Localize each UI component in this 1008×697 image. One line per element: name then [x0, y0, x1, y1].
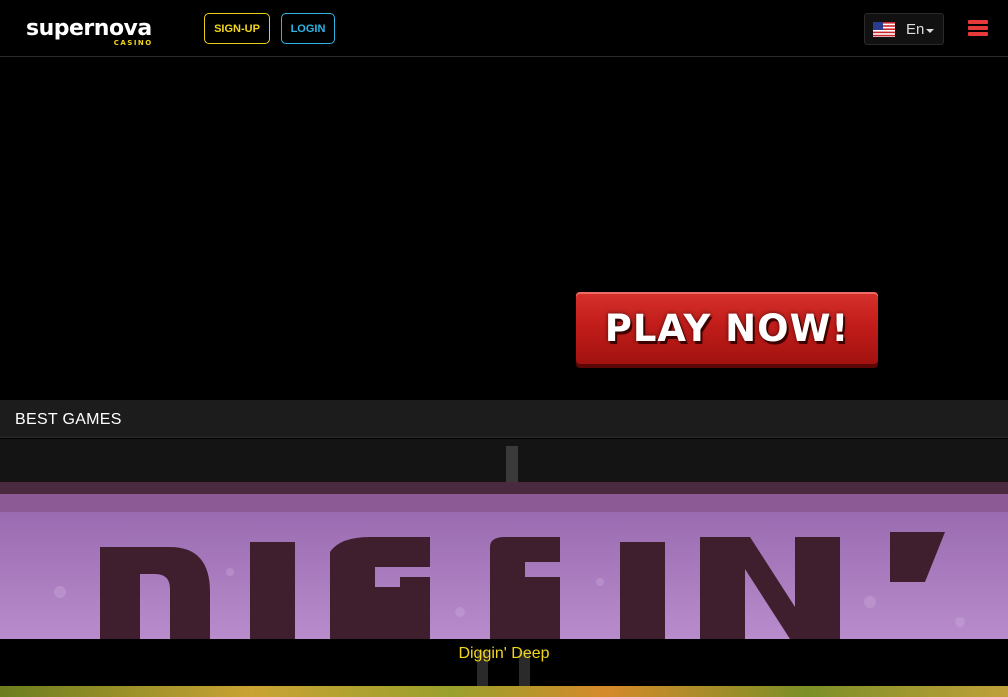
game-art-image — [0, 482, 1008, 639]
best-games-header: BEST GAMES — [0, 400, 1008, 438]
language-selector[interactable]: En — [864, 13, 944, 45]
game-banner-diggin-deep[interactable] — [0, 482, 1008, 639]
carousel-indicator[interactable] — [506, 446, 518, 482]
language-label: En — [906, 20, 925, 38]
site-header: supernova CASINO SIGN-UP LOGIN En — [0, 0, 1008, 57]
signup-button[interactable]: SIGN-UP — [204, 13, 270, 44]
section-title: BEST GAMES — [15, 411, 122, 428]
us-flag-icon — [873, 21, 895, 37]
games-carousel-strip — [0, 439, 1008, 482]
game-title-link[interactable]: Diggin' Deep — [0, 645, 1008, 663]
logo-subtext: CASINO — [113, 39, 153, 47]
next-game-banner-preview[interactable] — [0, 686, 1008, 697]
game-caption-bar: Diggin' Deep — [0, 639, 1008, 686]
supernova-logo[interactable]: supernova CASINO — [26, 16, 152, 48]
login-button[interactable]: LOGIN — [281, 13, 335, 44]
play-now-button[interactable]: PLAY NOW! — [576, 292, 878, 364]
play-now-label: PLAY NOW! — [604, 306, 850, 350]
hamburger-menu-icon[interactable] — [968, 20, 988, 36]
chevron-down-icon — [926, 29, 935, 33]
